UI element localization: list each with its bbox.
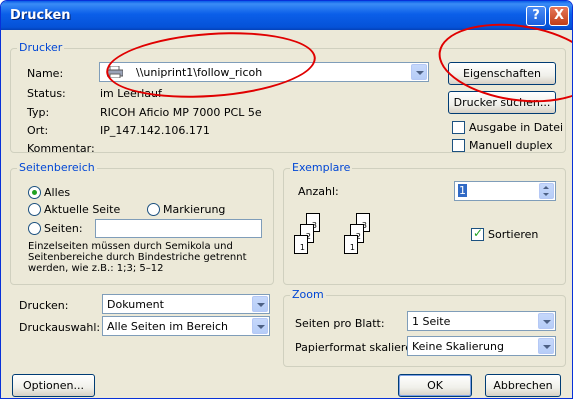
scale-select[interactable]: Keine Skalierung	[407, 336, 556, 356]
range-current-label: Aktuelle Seite	[44, 203, 121, 216]
range-hint: Einzelseiten müssen durch Semikola und S…	[28, 241, 247, 274]
scale-value: Keine Skalierung	[412, 340, 504, 353]
location-label: Ort:	[27, 124, 49, 137]
copies-count-spinner[interactable]: 1	[454, 181, 556, 201]
copies-count-label: Anzahl:	[298, 185, 339, 198]
range-pages-input[interactable]	[95, 219, 262, 238]
print-selection-label: Druckauswahl:	[19, 321, 101, 334]
collate-label: Sortieren	[488, 228, 539, 241]
options-button[interactable]: Optionen...	[12, 374, 95, 397]
print-what-label: Drucken:	[19, 299, 69, 312]
collate-checkbox[interactable]	[471, 226, 484, 241]
window-title: Drucken	[10, 8, 71, 23]
copies-group-label: Exemplare	[290, 161, 353, 174]
chevron-down-icon[interactable]	[252, 296, 268, 312]
manual-duplex-label: Manuell duplex	[469, 139, 553, 152]
zoom-group-label: Zoom	[290, 288, 326, 301]
cancel-button[interactable]: Abbrechen	[485, 374, 561, 397]
range-pages-label: Seiten:	[44, 222, 83, 235]
print-what-value: Dokument	[107, 298, 164, 311]
print-what-select[interactable]: Dokument	[102, 294, 270, 314]
type-value: RICOH Aficio MP 7000 PCL 5e	[100, 106, 262, 119]
scale-label: Papierformat skalieren:	[295, 341, 423, 354]
copies-count-value: 1	[458, 184, 467, 197]
location-value: IP_147.142.106.171	[100, 124, 210, 137]
range-pages-radio[interactable]	[28, 222, 41, 235]
collate-page: 1	[294, 235, 308, 254]
chevron-down-icon[interactable]	[411, 64, 427, 80]
ok-button[interactable]: OK	[398, 374, 472, 397]
spinner-arrows-icon[interactable]	[539, 183, 554, 199]
range-all-label: Alles	[44, 186, 71, 199]
range-all-radio[interactable]	[28, 186, 41, 199]
close-button[interactable]: X	[549, 6, 569, 26]
chevron-down-icon[interactable]	[252, 318, 268, 334]
zoom-group: Zoom	[283, 288, 566, 367]
manual-duplex-checkbox[interactable]	[452, 139, 465, 152]
print-to-file-label: Ausgabe in Datei	[469, 121, 564, 134]
chevron-down-icon[interactable]	[538, 313, 554, 329]
pages-per-sheet-value: 1 Seite	[412, 315, 451, 328]
range-current-radio[interactable]	[28, 203, 41, 216]
status-label: Status:	[27, 87, 66, 100]
collate-page: 1	[344, 235, 358, 254]
print-to-file-checkbox[interactable]	[452, 121, 465, 134]
page-range-group-label: Seitenbereich	[17, 161, 97, 174]
chevron-down-icon[interactable]	[538, 338, 554, 354]
print-dialog: Drucken ? X Drucker Name: \\uniprint1\fo…	[0, 0, 573, 399]
print-selection-value: Alle Seiten im Bereich	[107, 320, 228, 333]
printer-name-label: Name:	[27, 67, 64, 80]
range-selection-label: Markierung	[163, 203, 226, 216]
type-label: Typ:	[27, 106, 50, 119]
pages-per-sheet-select[interactable]: 1 Seite	[407, 311, 556, 331]
comment-label: Kommentar:	[27, 142, 95, 155]
range-selection-radio[interactable]	[147, 203, 160, 216]
pages-per-sheet-label: Seiten pro Blatt:	[295, 317, 385, 330]
print-selection-select[interactable]: Alle Seiten im Bereich	[102, 316, 270, 336]
help-button[interactable]: ?	[526, 6, 546, 26]
printer-group-label: Drucker	[17, 41, 65, 54]
